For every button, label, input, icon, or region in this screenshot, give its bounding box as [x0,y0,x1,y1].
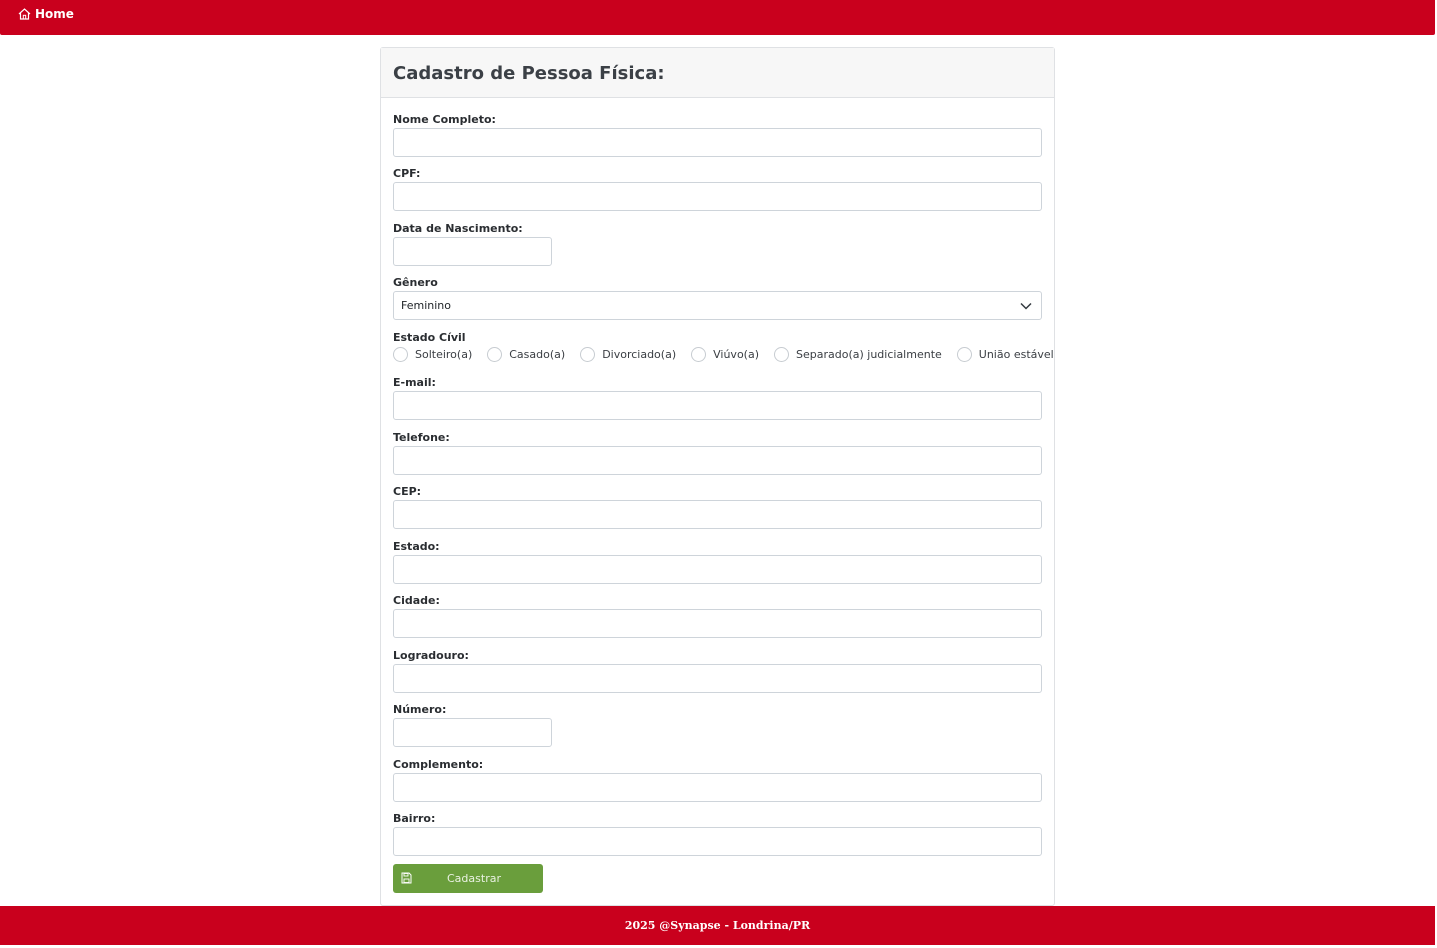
genero-selected-value: Feminino [401,299,451,312]
footer-text: 2025 @Synapse - Londrina/PR [624,919,811,932]
radio-viuvo[interactable]: Viúvo(a) [691,347,759,362]
complemento-label: Complemento: [393,758,484,771]
cidade-label: Cidade: [393,594,440,607]
chevron-down-icon [1020,300,1032,313]
bairro-input[interactable] [393,827,1042,856]
page-title: Cadastro de Pessoa Física: [393,63,665,84]
estado-label: Estado: [393,540,440,553]
home-icon [18,8,31,20]
radio-divorciado[interactable]: Divorciado(a) [580,347,676,362]
complemento-input[interactable] [393,773,1042,802]
logradouro-label: Logradouro: [393,649,469,662]
radio-button[interactable] [580,347,596,362]
cpf-label: CPF: [393,167,421,180]
radio-uniao-estavel[interactable]: União estável [956,347,1054,362]
radio-casado[interactable]: Casado(a) [487,347,565,362]
card-header: Cadastro de Pessoa Física: [381,48,1054,98]
cidade-input[interactable] [393,609,1042,638]
estado-civil-label: Estado Cívil [393,331,466,344]
radio-label: União estável [978,348,1054,361]
genero-label: Gênero [393,276,438,289]
top-navbar: Home [0,0,1435,35]
radio-label: Casado(a) [509,348,566,361]
estado-input[interactable] [393,555,1042,584]
cep-input[interactable] [393,500,1042,529]
logradouro-input[interactable] [393,664,1042,693]
nascimento-input[interactable] [393,237,552,266]
nascimento-label: Data de Nascimento: [393,222,523,235]
cep-label: CEP: [393,485,422,498]
nome-input[interactable] [393,128,1042,157]
telefone-label: Telefone: [393,431,450,444]
numero-label: Número: [393,703,447,716]
radio-label: Divorciado(a) [602,348,677,361]
radio-button[interactable] [774,347,789,362]
home-link-label: Home [35,7,74,21]
cpf-input[interactable] [393,182,1042,211]
radio-solteiro[interactable]: Solteiro(a) [393,347,472,362]
radio-label: Separado(a) judicialmente [796,348,942,361]
radio-label: Viúvo(a) [713,348,759,361]
email-input[interactable] [393,391,1042,420]
cadastrar-button-label: Cadastrar [447,872,501,885]
radio-button[interactable] [487,347,503,362]
cadastrar-button[interactable]: Cadastrar [393,864,543,893]
numero-input[interactable] [393,718,552,747]
radio-label: Solteiro(a) [415,348,473,361]
radio-separado[interactable]: Separado(a) judicialmente [774,347,942,362]
bairro-label: Bairro: [393,812,436,825]
footer: 2025 @Synapse - Londrina/PR [0,906,1435,945]
telefone-input[interactable] [393,446,1042,475]
radio-button[interactable] [691,347,707,362]
radio-button[interactable] [956,347,972,362]
email-label: E-mail: [393,376,436,389]
estado-civil-radio-group: Solteiro(a) Casado(a) Divorciado(a) Viúv… [393,347,1069,362]
registration-card: Cadastro de Pessoa Física: Nome Completo… [380,47,1055,906]
genero-select[interactable]: Feminino [393,291,1042,320]
radio-button[interactable] [393,347,408,362]
home-link[interactable]: Home [18,6,74,22]
nome-label: Nome Completo: [393,113,496,126]
